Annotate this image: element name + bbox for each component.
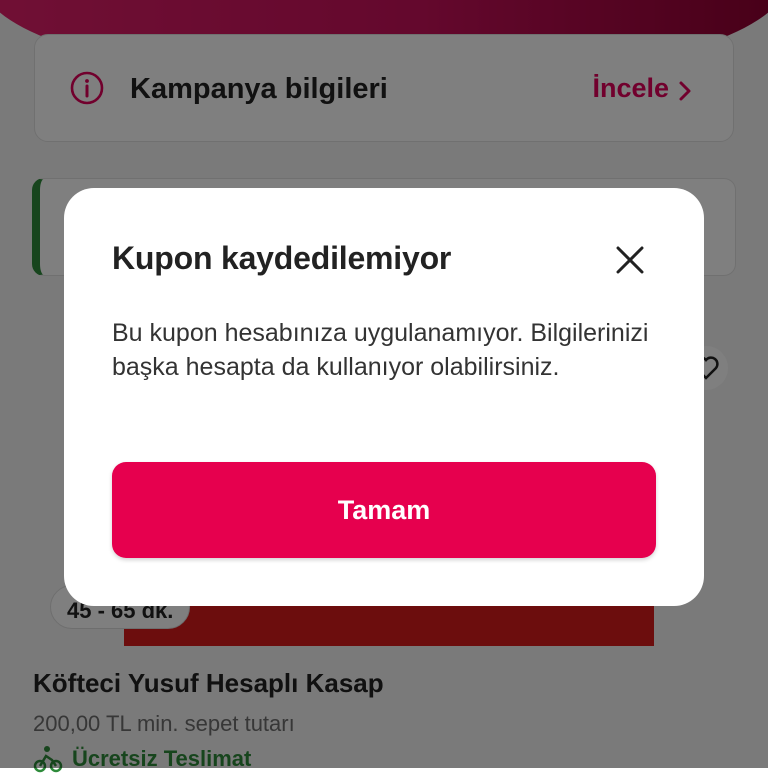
coupon-error-dialog: Kupon kaydedilemiyor Bu kupon hesabınıza… [64, 188, 704, 606]
close-icon[interactable] [612, 242, 648, 278]
confirm-button[interactable]: Tamam [112, 462, 656, 558]
dialog-title: Kupon kaydedilemiyor [112, 240, 452, 276]
dialog-message: Bu kupon hesabınıza uygulanamıyor. Bilgi… [112, 319, 649, 381]
